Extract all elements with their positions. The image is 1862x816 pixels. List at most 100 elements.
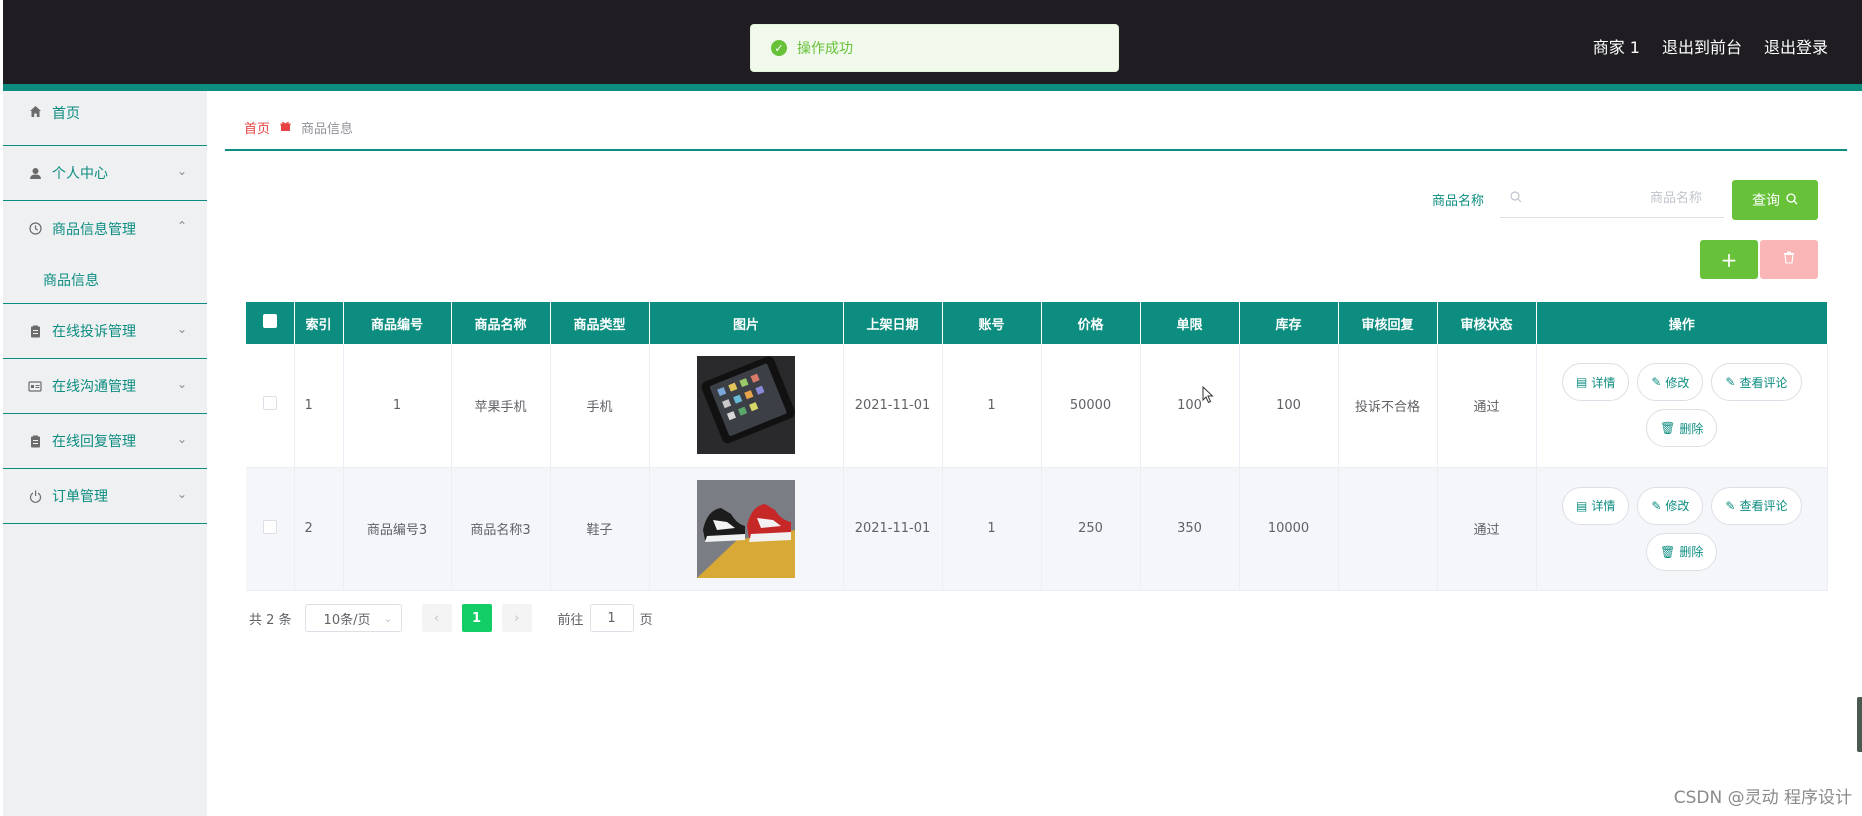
sidebar-item-label: 订单管理 — [52, 489, 108, 505]
column-header: 价格 — [1041, 302, 1141, 344]
column-header: 上架日期 — [843, 302, 943, 344]
cell-index: 1 — [294, 344, 344, 468]
edit-button-label: 修改 — [1665, 499, 1690, 513]
sidebar-item-complaint-mgmt[interactable]: 在线投诉管理 ⌄ — [3, 304, 207, 359]
chevron-down-icon: ⌄ — [176, 377, 187, 391]
sidebar-item-home[interactable]: 首页 — [3, 91, 207, 131]
header-actions: 商家 1 退出到前台 退出登录 — [1593, 34, 1828, 58]
row-checkbox[interactable] — [262, 519, 277, 534]
sidebar-divider — [3, 131, 207, 146]
select-all-header[interactable] — [246, 302, 295, 344]
sidebar-item-reply-mgmt[interactable]: 在线回复管理 ⌄ — [3, 414, 207, 469]
cell-date: 2021-11-01 — [843, 344, 943, 468]
sidebar-item-profile[interactable]: 个人中心 ⌄ — [3, 146, 207, 201]
delete-button[interactable]: 🗑 删除 — [1646, 532, 1718, 571]
chevron-up-icon: ⌃ — [176, 219, 187, 233]
success-toast: ✓ 操作成功 — [750, 24, 1119, 72]
breadcrumb: 首页 商品信息 — [244, 118, 353, 137]
view-comments-button[interactable]: ✎ 查看评论 — [1711, 363, 1802, 402]
cell-type: 鞋子 — [550, 467, 650, 591]
row-select-cell[interactable] — [246, 344, 295, 468]
column-header: 审核状态 — [1437, 302, 1537, 344]
sidebar: 首页 个人中心 ⌄ 商品信息管理 ⌃ 商品信息 在线投诉管理 ⌄ 在线沟通管理 … — [0, 91, 207, 816]
plus-icon: + — [1720, 247, 1738, 272]
cell-actions: ▤ 详情 ✎ 修改 ✎ 查看评论 🗑 删除 — [1536, 344, 1828, 468]
sidebar-item-label: 在线回复管理 — [52, 434, 136, 450]
goto-page-input[interactable] — [589, 604, 634, 632]
toast-text: 操作成功 — [797, 41, 853, 57]
product-table: 索引 商品编号 商品名称 商品类型 图片 上架日期 账号 价格 单限 库存 审核… — [246, 302, 1828, 591]
select-all-checkbox[interactable] — [262, 314, 277, 328]
cell-reply: 投诉不合格 — [1338, 344, 1438, 468]
edit-button[interactable]: ✎ 修改 — [1637, 363, 1704, 402]
sidebar-item-label: 在线投诉管理 — [52, 324, 136, 340]
card-icon — [27, 378, 43, 394]
document-icon: ▤ — [1575, 498, 1588, 513]
query-button[interactable]: 查询 — [1732, 180, 1818, 220]
cell-status: 通过 — [1437, 344, 1537, 468]
chevron-left-icon: ‹ — [433, 610, 440, 626]
goto-page: 前往 页 — [558, 604, 653, 632]
chevron-down-icon: ⌄ — [176, 322, 187, 336]
add-button[interactable]: + — [1700, 240, 1758, 279]
sidebar-item-product-mgmt[interactable]: 商品信息管理 ⌃ — [3, 201, 207, 256]
pencil-icon: ✎ — [1725, 375, 1736, 390]
detail-button-label: 详情 — [1591, 499, 1616, 513]
sidebar-item-order-mgmt[interactable]: 订单管理 ⌄ — [3, 469, 207, 524]
sidebar-item-label: 首页 — [52, 106, 80, 122]
cell-status: 通过 — [1437, 467, 1537, 591]
gift-icon — [280, 121, 291, 135]
scroll-handle[interactable] — [1857, 697, 1862, 752]
detail-button[interactable]: ▤ 详情 — [1561, 363, 1630, 402]
cell-image — [649, 467, 844, 591]
cell-type: 手机 — [550, 344, 650, 468]
view-comments-button[interactable]: ✎ 查看评论 — [1711, 486, 1802, 525]
detail-button-label: 详情 — [1591, 375, 1616, 390]
detail-button[interactable]: ▤ 详情 — [1561, 486, 1630, 525]
search-input[interactable] — [1522, 191, 1702, 206]
sidebar-item-label: 在线沟通管理 — [52, 379, 136, 395]
breadcrumb-home[interactable]: 首页 — [244, 118, 270, 137]
column-header: 索引 — [294, 302, 344, 344]
table-row: 2 商品编号3 商品名称3 鞋子 2021-11-01 1 250 350 10… — [246, 467, 1828, 591]
edit-button[interactable]: ✎ 修改 — [1637, 486, 1704, 525]
total-count: 共 2 条 — [249, 612, 292, 628]
cell-account: 1 — [942, 344, 1042, 468]
back-to-front-link[interactable]: 退出到前台 — [1662, 34, 1742, 58]
breadcrumb-divider — [225, 149, 1847, 151]
cell-price: 50000 — [1041, 344, 1141, 468]
breadcrumb-current: 商品信息 — [301, 122, 354, 137]
chevron-right-icon: › — [513, 610, 520, 626]
column-header: 图片 — [649, 302, 844, 344]
next-page-button[interactable]: › — [501, 604, 532, 632]
column-header: 商品名称 — [451, 302, 551, 344]
logout-link[interactable]: 退出登录 — [1764, 34, 1828, 58]
row-checkbox[interactable] — [262, 396, 277, 411]
chevron-down-icon: ⌄ — [176, 164, 187, 178]
goto-unit: 页 — [639, 612, 653, 628]
page-size-value: 10条/页 — [323, 612, 371, 628]
row-select-cell[interactable] — [246, 467, 295, 591]
cell-code: 商品编号3 — [343, 467, 452, 591]
cell-stock: 100 — [1239, 344, 1339, 468]
search-icon — [1510, 190, 1522, 207]
batch-delete-button[interactable] — [1760, 240, 1818, 279]
sidebar-subitem-product-info[interactable]: 商品信息 — [3, 256, 207, 304]
sidebar-item-communication-mgmt[interactable]: 在线沟通管理 ⌄ — [3, 359, 207, 414]
prev-page-button[interactable]: ‹ — [421, 604, 452, 632]
mouse-cursor-icon — [1202, 386, 1214, 404]
cell-limit: 350 — [1140, 467, 1240, 591]
cell-index: 2 — [294, 467, 344, 591]
page-number-current[interactable]: 1 — [461, 604, 492, 632]
cell-price: 250 — [1041, 467, 1141, 591]
current-user-label: 商家 1 — [1592, 38, 1640, 57]
cell-name: 商品名称3 — [451, 467, 551, 591]
home-icon — [27, 103, 43, 119]
clipboard-icon — [27, 433, 43, 449]
product-image-sneakers — [697, 479, 795, 578]
cell-image — [649, 344, 844, 468]
pencil-icon: ✎ — [1651, 375, 1662, 390]
delete-button[interactable]: 🗑 删除 — [1646, 409, 1718, 448]
page-size-select[interactable]: 10条/页 ⌄ — [304, 604, 402, 632]
cell-name: 苹果手机 — [451, 344, 551, 468]
